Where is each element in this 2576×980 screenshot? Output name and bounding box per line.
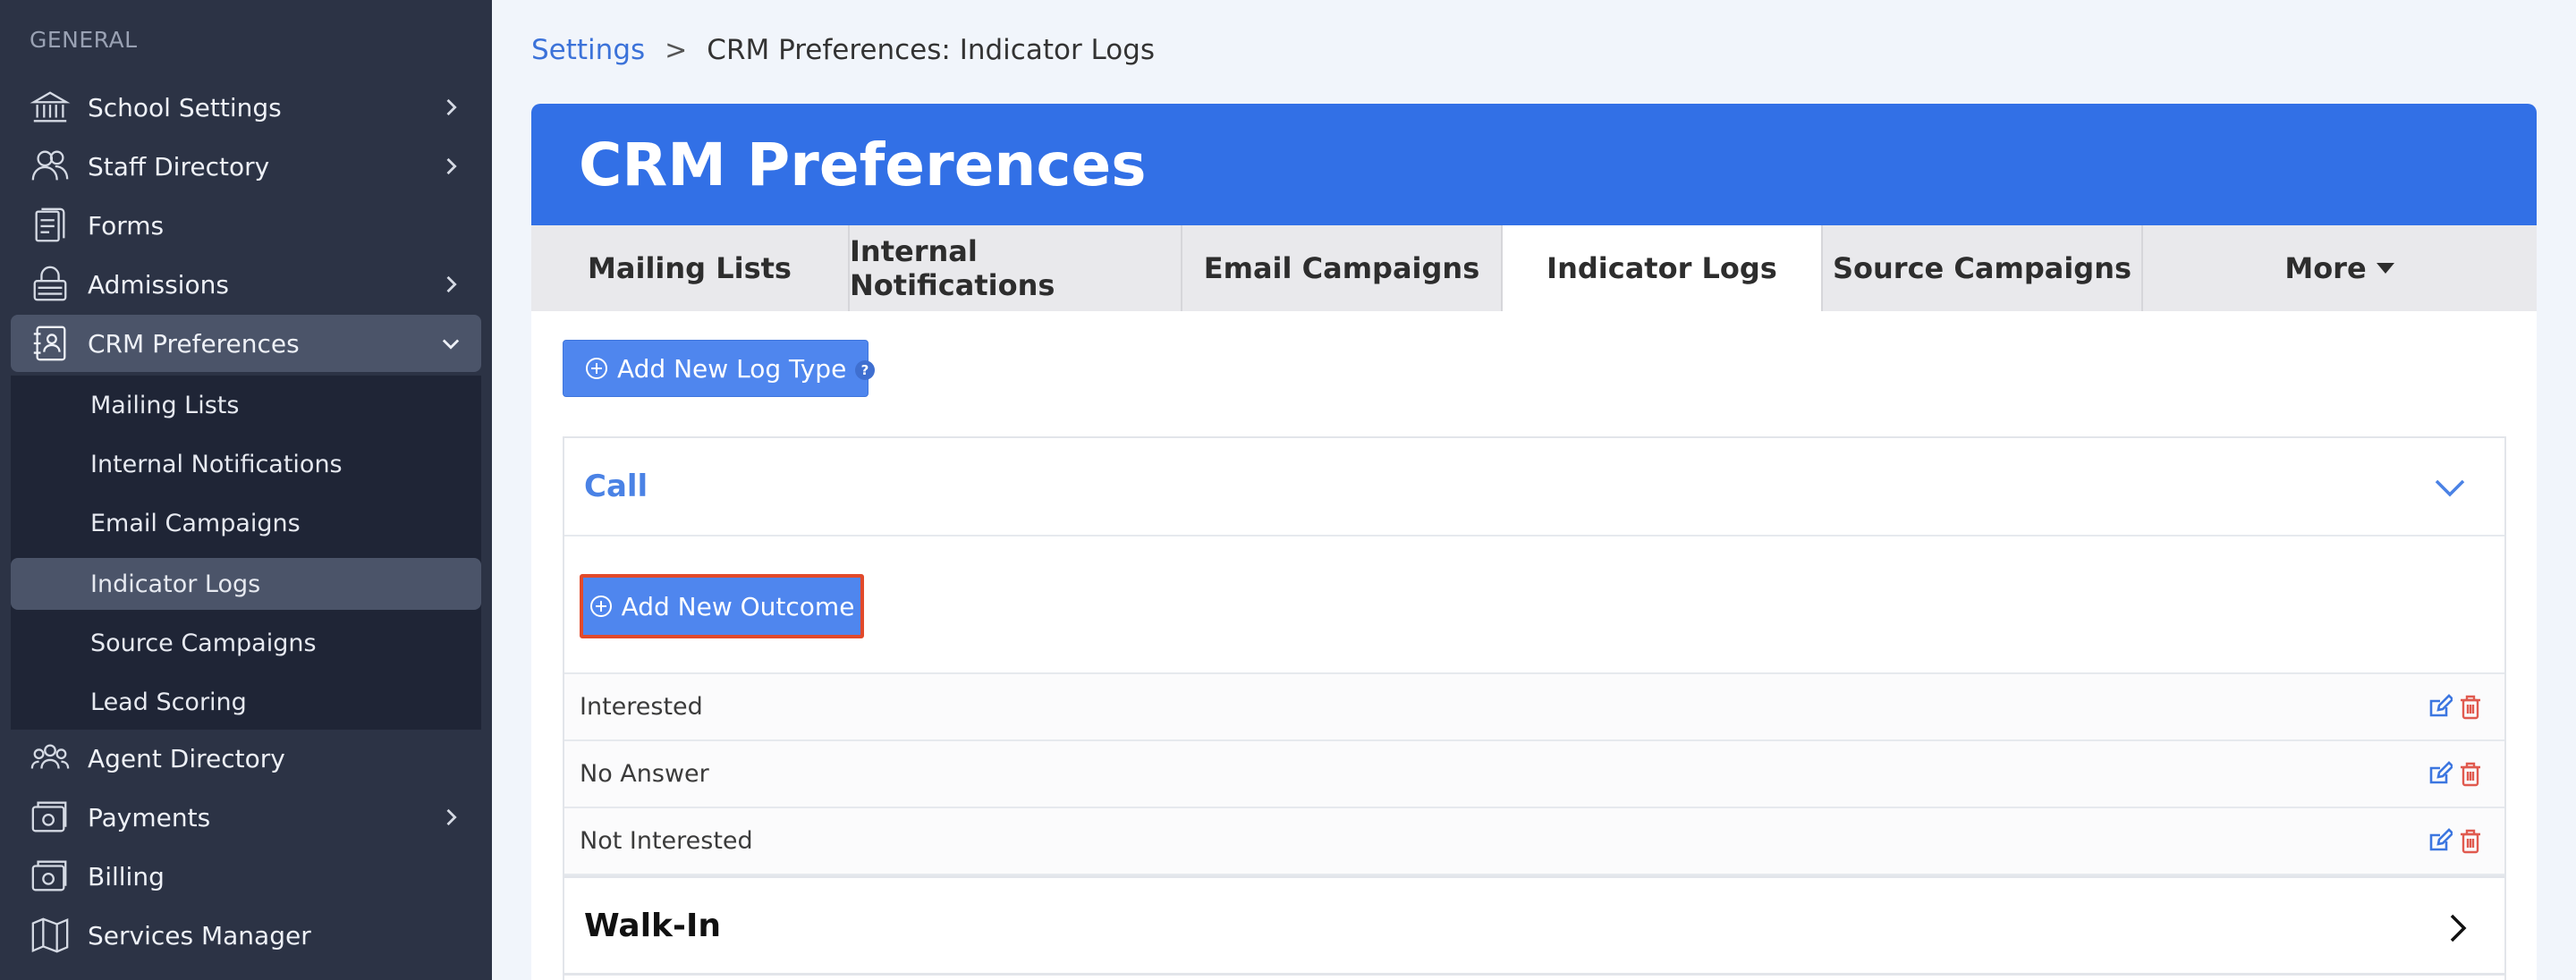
chevron-right-icon <box>446 808 457 826</box>
outcome-label: No Answer <box>580 760 709 788</box>
chevron-right-icon <box>446 98 457 116</box>
lock-bag-icon <box>27 261 73 308</box>
row-actions <box>2428 828 2483 855</box>
sidebar-item-billing[interactable]: Billing <box>11 848 481 905</box>
svg-text:?: ? <box>861 362 869 378</box>
tab-source-campaigns[interactable]: Source Campaigns <box>1823 225 2143 311</box>
log-type-header-walkin[interactable]: Walk-In <box>564 875 2504 976</box>
edit-icon[interactable] <box>2428 828 2453 855</box>
outcome-row: Interested <box>564 674 2504 741</box>
breadcrumb-separator: > <box>665 34 688 66</box>
add-outcome-label: Add New Outcome <box>621 591 855 621</box>
chevron-right-icon <box>446 275 457 293</box>
add-log-type-label: Add New Log Type <box>617 353 847 384</box>
sidebar-item-label: School Settings <box>88 92 282 122</box>
subnav-item-mailing-lists[interactable]: Mailing Lists <box>11 379 481 431</box>
tab-label: Indicator Logs <box>1546 251 1777 285</box>
sidebar-item-label: Staff Directory <box>88 151 270 182</box>
billing-icon <box>27 853 73 900</box>
wallet-icon <box>27 794 73 841</box>
tab-bar: Mailing Lists Internal Notifications Ema… <box>531 225 2537 311</box>
row-actions <box>2428 761 2483 788</box>
main-card: CRM Preferences Mailing Lists Internal N… <box>531 104 2537 980</box>
tab-label: More <box>2284 251 2367 285</box>
tab-internal-notifications[interactable]: Internal Notifications <box>850 225 1182 311</box>
plus-circle-icon <box>586 358 607 379</box>
breadcrumb: Settings > CRM Preferences: Indicator Lo… <box>531 34 1155 66</box>
edit-icon[interactable] <box>2428 761 2453 788</box>
sidebar-item-crm-preferences[interactable]: CRM Preferences <box>11 315 481 372</box>
log-type-panel: Call Add New Outcome Interested No Answe… <box>563 436 2506 980</box>
sidebar-section-general: GENERAL <box>30 27 138 53</box>
log-type-title-walkin: Walk-In <box>584 907 721 944</box>
subnav-item-source-campaigns[interactable]: Source Campaigns <box>11 617 481 669</box>
sidebar-item-label: Services Manager <box>88 920 311 950</box>
forms-icon <box>27 202 73 249</box>
page-title: CRM Preferences <box>579 130 1147 199</box>
help-icon[interactable]: ? <box>854 359 876 381</box>
chevron-down-icon[interactable] <box>2433 476 2467 501</box>
group-icon <box>27 735 73 781</box>
add-log-type-button[interactable]: Add New Log Type <box>563 340 869 397</box>
edit-icon[interactable] <box>2428 694 2453 721</box>
sidebar-item-forms[interactable]: Forms <box>11 197 481 254</box>
sidebar-item-label: CRM Preferences <box>88 328 300 359</box>
caret-down-icon <box>2376 263 2394 274</box>
sidebar-item-agent-directory[interactable]: Agent Directory <box>11 730 481 787</box>
outcome-row: Not Interested <box>564 808 2504 875</box>
crm-subnav: Mailing Lists Internal Notifications Ema… <box>11 376 481 730</box>
users-icon <box>27 143 73 190</box>
sidebar-item-payments[interactable]: Payments <box>11 789 481 846</box>
page-header: CRM Preferences <box>531 104 2537 225</box>
sidebar-item-staff-directory[interactable]: Staff Directory <box>11 138 481 195</box>
subnav-item-internal-notifications[interactable]: Internal Notifications <box>11 438 481 490</box>
breadcrumb-link-settings[interactable]: Settings <box>531 34 645 66</box>
outcome-label: Not Interested <box>580 827 753 855</box>
tab-label: Email Campaigns <box>1203 251 1480 285</box>
plus-circle-icon <box>589 596 612 617</box>
row-actions <box>2428 694 2483 721</box>
outcome-label: Interested <box>580 693 703 721</box>
tab-mailing-lists[interactable]: Mailing Lists <box>531 225 850 311</box>
chevron-down-icon <box>442 339 460 350</box>
tab-more[interactable]: More <box>2143 225 2537 311</box>
sidebar-item-label: Admissions <box>88 269 229 300</box>
chevron-right-icon <box>446 157 457 175</box>
tab-label: Mailing Lists <box>588 251 792 285</box>
sidebar-item-label: Payments <box>88 802 211 832</box>
breadcrumb-current: CRM Preferences: Indicator Logs <box>707 34 1156 66</box>
tab-label: Internal Notifications <box>850 234 1055 302</box>
delete-icon[interactable] <box>2458 828 2483 855</box>
subnav-item-email-campaigns[interactable]: Email Campaigns <box>11 497 481 549</box>
outcome-row: No Answer <box>564 741 2504 808</box>
sidebar-item-services-manager[interactable]: Services Manager <box>11 907 481 964</box>
outcome-toolbar: Add New Outcome <box>564 536 2504 674</box>
sidebar-item-school-settings[interactable]: School Settings <box>11 79 481 136</box>
sidebar-item-label: Agent Directory <box>88 743 285 773</box>
map-icon <box>27 912 73 959</box>
sidebar-item-admissions[interactable]: Admissions <box>11 256 481 313</box>
delete-icon[interactable] <box>2458 694 2483 721</box>
bank-icon <box>27 84 73 131</box>
subnav-item-lead-scoring[interactable]: Lead Scoring <box>11 676 481 728</box>
tab-indicator-logs[interactable]: Indicator Logs <box>1503 225 1823 311</box>
tab-label: Source Campaigns <box>1832 251 2132 285</box>
tab-email-campaigns[interactable]: Email Campaigns <box>1182 225 1503 311</box>
log-type-header-call[interactable]: Call <box>564 438 2504 536</box>
subnav-item-indicator-logs[interactable]: Indicator Logs <box>11 558 481 610</box>
delete-icon[interactable] <box>2458 761 2483 788</box>
sidebar-item-label: Forms <box>88 210 165 241</box>
add-outcome-button[interactable]: Add New Outcome <box>580 574 864 638</box>
chevron-right-icon[interactable] <box>2447 912 2469 944</box>
sidebar: GENERAL School Settings Staff Directory … <box>0 0 492 980</box>
sidebar-item-label: Billing <box>88 861 165 891</box>
log-type-title-call: Call <box>584 469 648 504</box>
contact-book-icon <box>27 320 73 367</box>
